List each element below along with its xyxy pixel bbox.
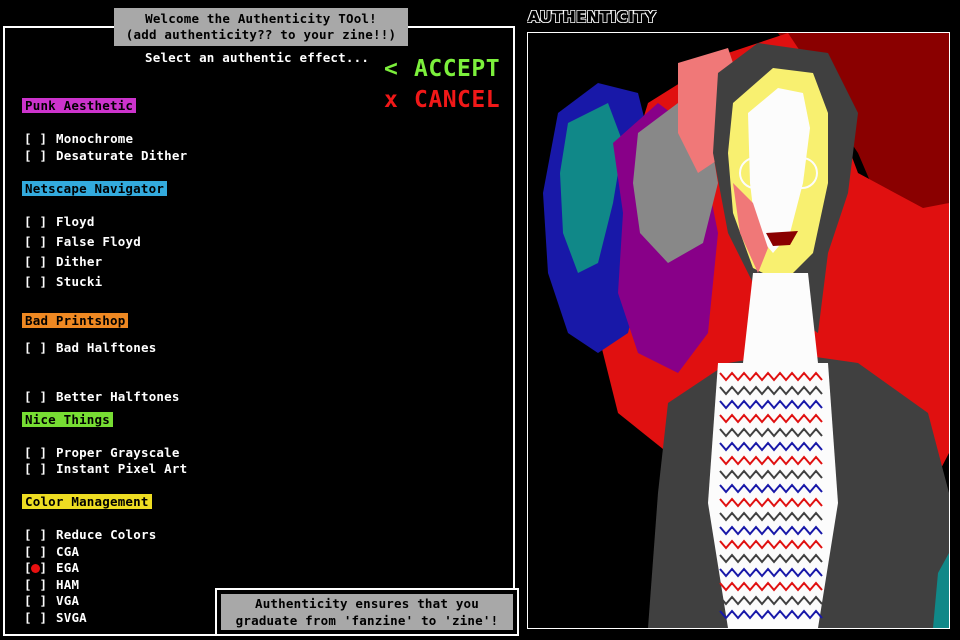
option-label: Proper Grayscale [56, 445, 180, 460]
option-label: Reduce Colors [56, 527, 157, 542]
checkbox[interactable]: [ ] [24, 527, 50, 543]
checked-radio-dot-icon [31, 564, 40, 573]
checkbox[interactable]: [ ] [24, 577, 50, 593]
footer-note: Authenticity ensures that you graduate f… [215, 588, 519, 636]
option-desaturate-dither[interactable]: [ ] Desaturate Dither [24, 148, 187, 164]
option-label: False Floyd [56, 234, 141, 249]
option-label: Instant Pixel Art [56, 461, 188, 476]
option-bad-halftones[interactable]: [ ] Bad Halftones [24, 340, 156, 356]
option-label: EGA [56, 560, 80, 575]
checkbox[interactable]: [ ] [24, 214, 50, 230]
welcome-banner: Welcome the Authenticity TOol! (add auth… [114, 8, 408, 46]
checkbox[interactable]: [ ] [24, 445, 50, 461]
footer-note-text: Authenticity ensures that you graduate f… [221, 594, 513, 630]
section-label-bad-printshop: Bad Printshop [22, 313, 129, 328]
accept-label: ACCEPT [414, 56, 501, 82]
select-prompt: Select an authentic effect... [145, 50, 370, 65]
section-label-netscape-navigator: Netscape Navigator [22, 181, 168, 196]
option-label: HAM [56, 577, 80, 592]
checkbox[interactable]: [ ] [24, 461, 50, 477]
footer-line-1: Authenticity ensures that you [254, 596, 480, 611]
option-stucki[interactable]: [ ] Stucki [24, 274, 102, 290]
checkbox[interactable]: [ ] [24, 560, 50, 576]
checkbox[interactable]: [ ] [24, 340, 50, 356]
welcome-line-2: (add authenticity?? to your zine!!) [125, 27, 397, 42]
cancel-button[interactable]: x CANCEL [384, 87, 500, 113]
option-vga[interactable]: [ ] VGA [24, 593, 79, 609]
option-ham[interactable]: [ ] HAM [24, 577, 79, 593]
footer-line-2: graduate from 'fanzine' to 'zine'! [235, 613, 499, 628]
welcome-line-1: Welcome the Authenticity TOol! [145, 11, 377, 26]
option-label: Monochrome [56, 131, 134, 146]
checkbox[interactable]: [ ] [24, 389, 50, 405]
checkbox[interactable]: [ ] [24, 274, 50, 290]
option-ega[interactable]: [ ] EGA [24, 560, 79, 576]
option-label: Stucki [56, 274, 103, 289]
option-instant-pixel-art[interactable]: [ ] Instant Pixel Art [24, 461, 187, 477]
checkbox[interactable]: [ ] [24, 254, 50, 270]
app-logo-title: AUTHENTICITY [528, 8, 657, 27]
option-label: Dither [56, 254, 103, 269]
section-label-color-management: Color Management [22, 494, 152, 509]
neck [743, 273, 818, 363]
option-reduce-colors[interactable]: [ ] Reduce Colors [24, 527, 156, 543]
option-better-halftones[interactable]: [ ] Better Halftones [24, 389, 180, 405]
option-dither[interactable]: [ ] Dither [24, 254, 102, 270]
option-label: SVGA [56, 610, 87, 625]
checkbox[interactable]: [ ] [24, 234, 50, 250]
section-label-punk-aesthetic: Punk Aesthetic [22, 98, 137, 113]
preview-image [528, 33, 949, 628]
chevron-left-icon: < [384, 56, 399, 82]
checkbox[interactable]: [ ] [24, 148, 50, 164]
option-false-floyd[interactable]: [ ] False Floyd [24, 234, 141, 250]
option-proper-grayscale[interactable]: [ ] Proper Grayscale [24, 445, 180, 461]
checkbox[interactable]: [ ] [24, 610, 50, 626]
option-label: Floyd [56, 214, 95, 229]
option-label: Bad Halftones [56, 340, 157, 355]
accept-button[interactable]: < ACCEPT [384, 56, 500, 82]
checkbox[interactable]: [ ] [24, 131, 50, 147]
option-svga[interactable]: [ ] SVGA [24, 610, 87, 626]
option-label: Better Halftones [56, 389, 180, 404]
preview-image-frame [527, 32, 950, 629]
cancel-label: CANCEL [414, 87, 501, 113]
option-floyd[interactable]: [ ] Floyd [24, 214, 95, 230]
option-monochrome[interactable]: [ ] Monochrome [24, 131, 133, 147]
option-cga[interactable]: [ ] CGA [24, 544, 79, 560]
section-label-nice-things: Nice Things [22, 412, 113, 427]
checkbox[interactable]: [ ] [24, 544, 50, 560]
option-label: VGA [56, 593, 80, 608]
close-icon: x [384, 87, 399, 113]
effects-panel [3, 26, 515, 636]
option-label: Desaturate Dither [56, 148, 188, 163]
option-label: CGA [56, 544, 80, 559]
checkbox[interactable]: [ ] [24, 593, 50, 609]
